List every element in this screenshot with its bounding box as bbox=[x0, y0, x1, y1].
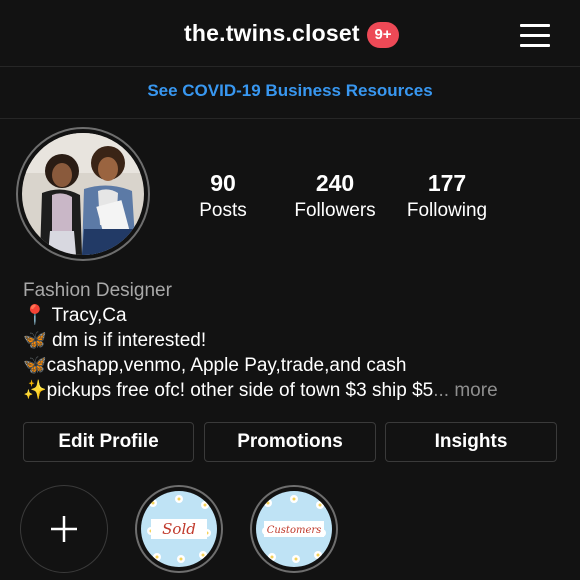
butterfly-icon: 🦋 bbox=[23, 355, 47, 376]
promotions-button[interactable]: Promotions bbox=[204, 422, 376, 462]
highlight-sold[interactable]: Sold bbox=[135, 485, 223, 573]
posts-stat[interactable]: 90 Posts bbox=[192, 170, 254, 224]
plus-icon bbox=[50, 515, 77, 542]
highlight-cover: Customers bbox=[256, 491, 332, 567]
covid-resources-link[interactable]: See COVID-19 Business Resources bbox=[0, 66, 580, 119]
bio-line-text: pickups free ofc! other side of town $3 … bbox=[46, 380, 434, 401]
avatar[interactable] bbox=[22, 133, 144, 255]
insights-button[interactable]: Insights bbox=[385, 422, 557, 462]
bio-line-text: Tracy,Ca bbox=[51, 305, 127, 326]
profile-photo bbox=[22, 133, 144, 255]
daisy-pattern-icon: Sold bbox=[141, 491, 217, 567]
profile-bio: Fashion Designer 📍 Tracy,Ca 🦋 dm is if i… bbox=[23, 278, 498, 403]
highlight-cover-text: Customers bbox=[267, 525, 322, 536]
hamburger-menu-icon[interactable] bbox=[520, 22, 550, 48]
following-label: Following bbox=[406, 200, 488, 221]
bio-line-shipping: ✨pickups free ofc! other side of town $3… bbox=[23, 378, 498, 403]
following-count: 177 bbox=[427, 170, 467, 196]
bio-line-text: dm is if interested! bbox=[51, 330, 207, 351]
followers-label: Followers bbox=[294, 200, 376, 221]
edit-profile-button[interactable]: Edit Profile bbox=[23, 422, 194, 462]
posts-label: Posts bbox=[199, 200, 247, 221]
profile-username[interactable]: the.twins.closet bbox=[184, 20, 360, 47]
following-stat[interactable]: 177 Following bbox=[400, 170, 494, 224]
bio-line-text: cashapp,venmo, Apple Pay,trade,and cash bbox=[46, 355, 407, 376]
profile-category: Fashion Designer bbox=[23, 280, 172, 301]
highlight-cover-text: Sold bbox=[162, 520, 196, 538]
sparkles-icon: ✨ bbox=[23, 380, 47, 401]
butterfly-icon: 🦋 bbox=[23, 330, 47, 351]
highlight-cover: Sold bbox=[141, 491, 217, 567]
bio-line-payment: 🦋cashapp,venmo, Apple Pay,trade,and cash bbox=[23, 353, 498, 378]
pin-icon: 📍 bbox=[23, 305, 47, 326]
followers-stat[interactable]: 240 Followers bbox=[288, 170, 382, 224]
bio-more-link[interactable]: ... more bbox=[433, 380, 497, 401]
top-bar: the.twins.closet 9+ bbox=[0, 0, 580, 67]
new-highlight-button[interactable] bbox=[20, 485, 108, 573]
followers-count: 240 bbox=[315, 170, 355, 196]
bio-line-location: 📍 Tracy,Ca bbox=[23, 303, 498, 328]
bio-line-dm: 🦋 dm is if interested! bbox=[23, 328, 498, 353]
posts-count: 90 bbox=[210, 170, 236, 196]
notification-badge[interactable]: 9+ bbox=[367, 22, 399, 48]
daisy-pattern-icon: Customers bbox=[256, 491, 332, 567]
highlight-customers[interactable]: Customers bbox=[250, 485, 338, 573]
